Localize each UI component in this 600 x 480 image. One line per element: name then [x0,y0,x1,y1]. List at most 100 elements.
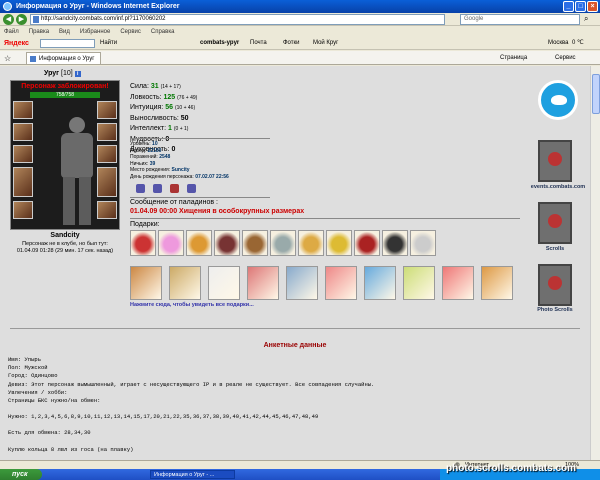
badge-icon[interactable] [153,184,162,193]
yandex-search-input[interactable] [40,39,95,48]
detail-label: Уровень: [130,141,151,147]
gift-icon[interactable] [382,230,408,256]
badge-icon[interactable] [187,184,196,193]
search-input[interactable]: Google [460,14,580,25]
gift-card-icon[interactable] [247,266,279,300]
gift-card-icon[interactable] [286,266,318,300]
page-menu[interactable]: Страница [500,51,527,65]
gift-icon[interactable] [326,230,352,256]
gift-card-icon[interactable] [208,266,240,300]
star-icon[interactable]: ☆ [4,52,11,66]
character-name-text: Уруг [44,70,60,77]
yandex-item-mail[interactable]: Почта [250,37,267,50]
url-text: http://sandcity.combats.com/inf.pl?11700… [41,16,166,22]
tools-menu[interactable]: Сервис [555,51,576,65]
gift-icon[interactable] [186,230,212,256]
scrolls-banner-icon[interactable] [538,202,572,244]
character-name: Уруг [10] i [44,70,81,77]
hp-bar: 758/758 [30,92,100,98]
amulet-slot[interactable] [13,123,33,141]
profile-line: Город: Одинцово [8,372,58,380]
profile-line: Девиз: Этот персонаж вымышленный, играет… [8,380,375,388]
address-input[interactable]: http://sandcity.combats.com/inf.pl?11700… [30,14,445,25]
stat-label: Ловкость: [130,93,162,101]
detail-value: 07.02.07 22:56 [195,173,229,180]
character-level: [10] [61,70,73,77]
stat-row: Сила: 31 (14 + 17) [130,82,197,93]
gift-icon[interactable] [214,230,240,256]
tab-character-info[interactable]: Информация о Уруг [26,52,102,64]
page-content: Уруг [10] i Персонаж заблокирован! 758/7… [0,66,590,460]
photo-scrolls-link[interactable]: Photo Scrolls [525,307,585,313]
menu-favorites[interactable]: Избранное [80,27,110,37]
belt-slot[interactable] [13,201,33,219]
helmet-slot[interactable] [13,101,33,119]
gift-card-icon[interactable] [130,266,162,300]
stat-label: Выносливость: [130,114,179,122]
events-link[interactable]: events.combats.com [528,184,588,190]
scrollbar-thumb[interactable] [592,74,600,114]
detail-row: День рождения персонажа: 07.02.07 22:56 [130,174,229,181]
armor-slot[interactable] [13,167,33,197]
close-button[interactable]: × [587,1,598,12]
gift-card-icon[interactable] [442,266,474,300]
gift-icon[interactable] [158,230,184,256]
stat-row: Ловкость: 125 (76 + 49) [130,93,197,104]
gift-icon[interactable] [410,230,436,256]
badge-icon[interactable] [170,184,179,193]
character-city: Sandcity [50,232,80,239]
search-icon[interactable]: ⌕ [584,14,588,24]
photo-scrolls-banner-icon[interactable] [538,264,572,306]
back-arrow-icon[interactable]: ◀ [3,14,14,25]
minimize-button[interactable]: _ [563,1,574,12]
gift-icon[interactable] [130,230,156,256]
stat-row: Интеллект: 1 (0 + 1) [130,124,197,135]
detail-value: 10 [152,141,158,147]
gift-card-icon[interactable] [325,266,357,300]
menu-help[interactable]: Справка [151,27,175,37]
gift-card-icon[interactable] [481,266,513,300]
detail-label: Место рождения: [130,167,171,173]
menu-tools[interactable]: Сервис [120,27,141,37]
stat-value: 125 [163,93,176,101]
yandex-find-button[interactable]: Найти [100,37,117,50]
gift-icon[interactable] [298,230,324,256]
tab-title: Информация о Уруг [39,56,95,62]
gift-icon[interactable] [354,230,380,256]
offline-line-2: 01.04.09 01:28 (29 мин. 17 сек. назад) [16,248,114,254]
scrolls-link[interactable]: Scrolls [525,246,585,252]
gift-card-icon[interactable] [364,266,396,300]
menu-view[interactable]: Вид [59,27,70,37]
gift-icon[interactable] [270,230,296,256]
menu-edit[interactable]: Правка [29,27,49,37]
badge-icon[interactable] [136,184,145,193]
yandex-item-mykrug[interactable]: Мой Круг [313,37,338,50]
gift-icon[interactable] [242,230,268,256]
address-row: ◀ ▶ http://sandcity.combats.com/inf.pl?1… [0,13,600,26]
detail-value: 2548 [159,154,171,160]
yandex-item-combats[interactable]: combats-урyr [200,37,239,50]
gift-card-icon[interactable] [169,266,201,300]
yandex-logo[interactable]: Яндекс [4,37,29,50]
forward-arrow-icon[interactable]: ▶ [16,14,27,25]
ie-icon [3,2,12,11]
divider [130,218,520,219]
detail-label: Поражений: [130,154,158,160]
gifts-label: Подарки: [130,221,160,228]
weather-city[interactable]: Москва [548,37,568,50]
events-banner-icon[interactable] [538,140,572,182]
gift-card-icon[interactable] [403,266,435,300]
taskbar-ie-window[interactable]: Информация о Уруг - ... [150,470,235,479]
weapon-slot[interactable] [13,145,33,163]
menu-file[interactable]: Файл [4,27,19,37]
all-gifts-link[interactable]: Нажмите сюда, чтобы увидеть все подарки.… [130,302,254,308]
offline-line-1: Персонаж не в клубе, но был тут: [22,241,108,247]
vertical-scrollbar[interactable] [590,66,600,460]
maximize-button[interactable]: □ [575,1,586,12]
bird-logo-icon[interactable] [538,80,578,120]
profile-line: Есть для обмена: 28,34,30 [8,429,91,437]
info-icon[interactable]: i [74,71,81,77]
start-button[interactable]: пуск [0,469,42,480]
yandex-item-photos[interactable]: Фотки [283,37,300,50]
stat-label: Сила: [130,83,149,90]
